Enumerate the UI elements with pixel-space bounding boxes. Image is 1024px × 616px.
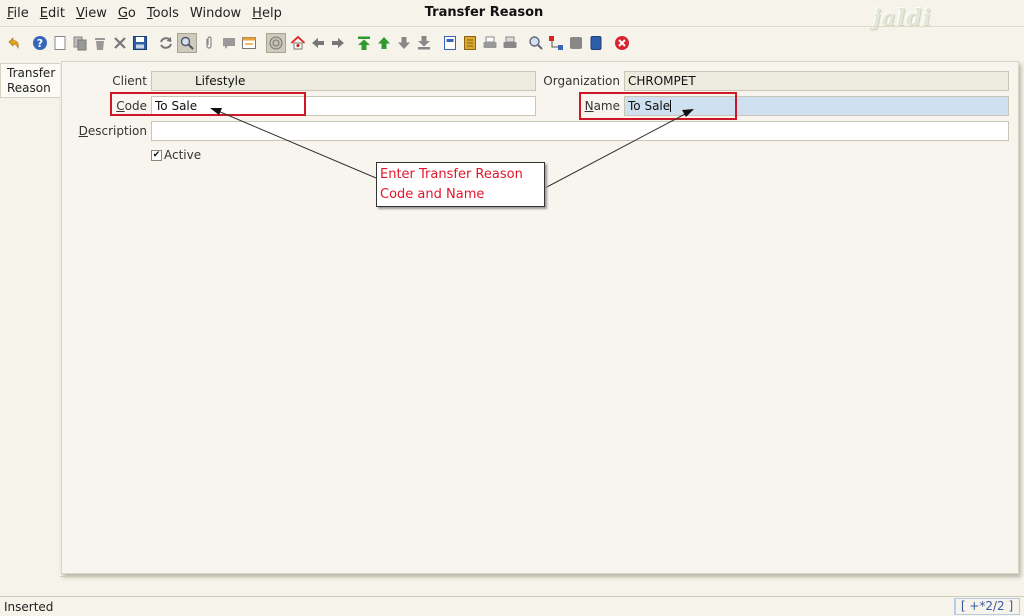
history-icon[interactable] — [266, 32, 286, 53]
description-label: Description — [78, 124, 147, 138]
request-icon[interactable] — [567, 34, 584, 51]
zoom-across-icon[interactable] — [527, 34, 544, 51]
panel-divider — [60, 576, 1020, 577]
code-highlight-box — [110, 92, 306, 116]
forward-icon[interactable] — [329, 34, 346, 51]
undo-icon[interactable] — [5, 34, 22, 51]
back-icon[interactable] — [309, 34, 326, 51]
svg-text:?: ? — [36, 37, 42, 50]
print-preview-icon[interactable] — [481, 34, 498, 51]
grid-toggle-icon[interactable] — [240, 34, 257, 51]
attachment-icon[interactable] — [200, 34, 217, 51]
status-text: Inserted — [4, 600, 54, 614]
active-label: Active — [164, 148, 202, 162]
record-count[interactable]: [ +*2/2 ] — [954, 598, 1020, 615]
active-checkbox[interactable]: ✔ — [151, 150, 162, 161]
refresh-icon[interactable] — [157, 34, 174, 51]
annotation-callout: Enter Transfer Reason Code and Name — [376, 162, 545, 207]
copy-record-icon[interactable] — [71, 34, 88, 51]
close-window-icon[interactable] — [613, 34, 630, 51]
report-icon[interactable] — [441, 34, 458, 51]
archive-icon[interactable] — [461, 34, 478, 51]
help-icon[interactable]: ? — [31, 34, 48, 51]
status-bar: Inserted [ +*2/2 ] — [0, 596, 1024, 616]
home-icon[interactable] — [289, 34, 306, 51]
window-title: Transfer Reason — [424, 5, 544, 20]
toolbar: ? — [0, 26, 1024, 58]
first-record-icon[interactable] — [355, 34, 372, 51]
tab-transfer-reason[interactable]: Transfer Reason — [0, 63, 60, 98]
product-info-icon[interactable] — [587, 34, 604, 51]
delete-icon[interactable] — [91, 34, 108, 51]
chat-icon[interactable] — [220, 34, 237, 51]
delete-selection-icon[interactable] — [111, 34, 128, 51]
organization-label: Organization — [543, 74, 620, 88]
name-highlight-box — [579, 92, 737, 120]
next-record-icon[interactable] — [395, 34, 412, 51]
callout-line1: Enter Transfer Reason — [380, 167, 523, 182]
workflow-icon[interactable] — [547, 34, 564, 51]
tab-label-line1: Transfer — [7, 66, 56, 80]
save-icon[interactable] — [131, 34, 148, 51]
tab-label-line2: Reason — [7, 81, 51, 95]
callout-line2: Code and Name — [380, 187, 485, 202]
client-field[interactable]: Lifestyle — [151, 71, 536, 91]
previous-record-icon[interactable] — [375, 34, 392, 51]
print-icon[interactable] — [501, 34, 518, 51]
find-icon[interactable] — [177, 32, 197, 53]
last-record-icon[interactable] — [415, 34, 432, 51]
organization-field[interactable]: CHROMPET — [624, 71, 1009, 91]
new-record-icon[interactable] — [51, 34, 68, 51]
client-label: Client — [112, 74, 147, 88]
description-input[interactable] — [151, 121, 1009, 141]
